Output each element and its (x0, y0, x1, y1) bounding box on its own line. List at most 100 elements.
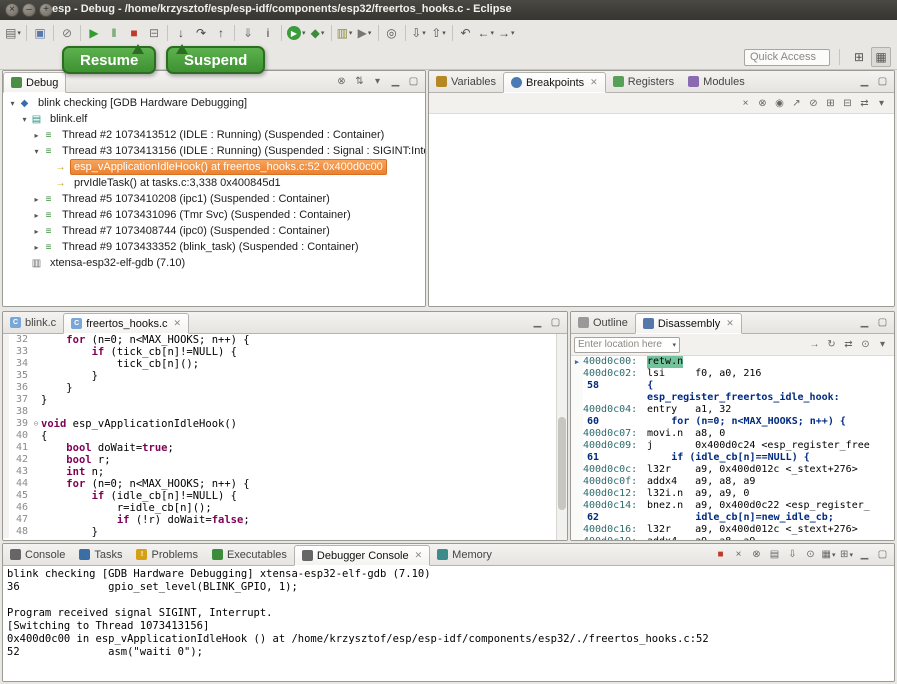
scrollbar-thumb[interactable] (558, 417, 566, 510)
skip-all-breakpoints-button[interactable]: ⊘ (57, 23, 77, 43)
code-line[interactable]: 35 } (3, 370, 567, 382)
disassembly-row[interactable]: 400d0c07:movi.n a8, 0 (571, 428, 894, 440)
tab-blink-c[interactable]: C blink.c (3, 312, 63, 333)
code-line[interactable]: 44 for (n=0; n<MAX_HOOKS; n++) { (3, 478, 567, 490)
close-tab-icon[interactable]: ✕ (726, 318, 734, 329)
tab-tasks[interactable]: Tasks (72, 544, 129, 565)
view-menu-button[interactable]: ▾ (369, 73, 386, 90)
previous-annotation-button[interactable]: ⇧▾ (429, 23, 449, 43)
terminate-console-button[interactable]: ■ (712, 546, 729, 563)
tab-debugger-console[interactable]: Debugger Console ✕ (294, 545, 430, 566)
scroll-lock-button[interactable]: ⇩ (784, 546, 801, 563)
disassembly-row[interactable]: 62 idle_cb[n]=new_idle_cb; (571, 512, 894, 524)
tree-item[interactable]: ▾◆blink checking [GDB Hardware Debugging… (3, 95, 425, 111)
maximize-button[interactable]: ▢ (547, 314, 564, 331)
last-edit-location-button[interactable]: ↶ (456, 23, 476, 43)
jump-to-address-button[interactable]: → (806, 336, 823, 353)
tab-outline[interactable]: Outline (571, 312, 635, 333)
show-breakpoints-supported-button[interactable]: ◉ (771, 95, 788, 112)
code-line[interactable]: 39⊖void esp_vApplicationIdleHook() (3, 418, 567, 430)
twisty-icon[interactable]: ▸ (31, 131, 42, 140)
remove-all-terminated-button[interactable]: ⊗ (333, 73, 350, 90)
tab-executables[interactable]: Executables (205, 544, 294, 565)
disassembly-row[interactable]: 60 for (n=0; n<MAX_HOOKS; n++) { (571, 416, 894, 428)
pin-view-button[interactable]: ⊙ (857, 336, 874, 353)
chevron-down-icon[interactable]: ▾ (672, 341, 676, 349)
remove-all-launches-button[interactable]: ⊗ (748, 546, 765, 563)
tree-item[interactable]: ▸≡Thread #2 1073413512 (IDLE : Running) … (3, 127, 425, 143)
tab-registers[interactable]: Registers (606, 71, 681, 92)
new-button[interactable]: ▤▾ (3, 23, 23, 43)
disassembly-row[interactable]: 400d0c02:lsi f0, a0, 216 (571, 368, 894, 380)
debug-button[interactable]: ◆▾ (308, 23, 328, 43)
code-line[interactable]: 38 (3, 406, 567, 418)
twisty-icon[interactable]: ▸ (31, 211, 42, 220)
instruction-stepping-button[interactable]: i (258, 23, 278, 43)
tree-item[interactable]: ▾≡Thread #3 1073413156 (IDLE : Running) … (3, 143, 425, 159)
disassembly-row[interactable]: 400d0c09:j 0x400d0c24 <esp_register_free (571, 440, 894, 452)
external-tools-button[interactable]: ▶▾ (355, 23, 375, 43)
disassembly-row[interactable]: 400d0c14:bnez.n a9, 0x400d0c22 <esp_regi… (571, 500, 894, 512)
close-tab-icon[interactable]: ✕ (590, 77, 598, 88)
minimize-button[interactable]: ▁ (529, 314, 546, 331)
view-mode-button[interactable]: ⇅ (351, 73, 368, 90)
code-line[interactable]: 45 if (idle_cb[n]!=NULL) { (3, 490, 567, 502)
maximize-button[interactable]: ▢ (874, 73, 891, 90)
maximize-button[interactable]: ▢ (405, 73, 422, 90)
disassembly-row[interactable]: 400d0c16:l32r a9, 0x400d012c <_stext+276… (571, 524, 894, 536)
code-line[interactable]: 47 if (!r) doWait=false; (3, 514, 567, 526)
window-close-button[interactable]: × (5, 3, 19, 17)
twisty-icon[interactable]: ▾ (19, 115, 30, 124)
quick-access-input[interactable]: Quick Access (744, 49, 830, 66)
suspend-button[interactable]: ‖ (104, 23, 124, 43)
disassembly-row[interactable]: esp_register_freertos_idle_hook: (571, 392, 894, 404)
tab-disassembly[interactable]: Disassembly ✕ (635, 313, 742, 334)
tab-breakpoints[interactable]: Breakpoints ✕ (503, 72, 606, 93)
minimize-button[interactable]: ▁ (856, 73, 873, 90)
tree-item[interactable]: ▥xtensa-esp32-elf-gdb (7.10) (3, 255, 425, 271)
tree-item[interactable]: →esp_vApplicationIdleHook() at freertos_… (3, 159, 425, 175)
disassembly-row[interactable]: 400d0c12:l32i.n a9, a9, 0 (571, 488, 894, 500)
tab-console[interactable]: Console (3, 544, 72, 565)
collapse-all-button[interactable]: ⊟ (839, 95, 856, 112)
code-line[interactable]: 48 } (3, 526, 567, 538)
save-button[interactable]: ▣ (30, 23, 50, 43)
display-selected-console-button[interactable]: ▦▾ (820, 546, 837, 563)
go-to-file-for-breakpoint-button[interactable]: ↗ (788, 95, 805, 112)
tree-item[interactable]: ▸≡Thread #7 1073408744 (ipc0) (Suspended… (3, 223, 425, 239)
tab-modules[interactable]: Modules (681, 71, 752, 92)
code-line[interactable]: 34 tick_cb[n](); (3, 358, 567, 370)
remove-breakpoint-button[interactable]: × (737, 95, 754, 112)
view-menu-button[interactable]: ▾ (873, 95, 890, 112)
twisty-icon[interactable]: ▾ (31, 147, 42, 156)
refresh-disassembly-button[interactable]: ↻ (823, 336, 840, 353)
run-button[interactable]: ▶▾ (285, 23, 308, 43)
window-maximize-button[interactable]: + (39, 3, 53, 17)
remove-all-breakpoints-button[interactable]: ⊗ (754, 95, 771, 112)
disconnect-button[interactable]: ⊟ (144, 23, 164, 43)
close-tab-icon[interactable]: ✕ (415, 550, 423, 561)
editor-scrollbar[interactable] (556, 334, 567, 541)
skip-all-breakpoints-button[interactable]: ⊘ (805, 95, 822, 112)
tab-debug[interactable]: Debug (3, 72, 66, 93)
disassembly-row[interactable]: 400d0c19:addx4 a9, a8, a9 (571, 536, 894, 541)
code-line[interactable]: 36 } (3, 382, 567, 394)
close-tab-icon[interactable]: ✕ (174, 318, 182, 329)
coverage-button[interactable]: ▥▾ (335, 23, 355, 43)
disassembly-row[interactable]: 400d0c0f:addx4 a9, a8, a9 (571, 476, 894, 488)
code-line[interactable]: 32 for (n=0; n<MAX_HOOKS; n++) { (3, 334, 567, 346)
tree-item[interactable]: ▸≡Thread #6 1073431096 (Tmr Svc) (Suspen… (3, 207, 425, 223)
code-line[interactable]: 37} (3, 394, 567, 406)
twisty-icon[interactable]: ▸ (31, 243, 42, 252)
disassembly-row[interactable]: 400d0c04:entry a1, 32 (571, 404, 894, 416)
remove-launch-button[interactable]: × (730, 546, 747, 563)
disassembly-row[interactable]: ▶400d0c00:retw.n (571, 356, 894, 368)
clear-console-button[interactable]: ▤ (766, 546, 783, 563)
code-line[interactable]: 40{ (3, 430, 567, 442)
step-over-button[interactable]: ↷ (191, 23, 211, 43)
maximize-button[interactable]: ▢ (874, 314, 891, 331)
tab-freertos-hooks-c[interactable]: C freertos_hooks.c ✕ (63, 313, 189, 334)
disassembly-row[interactable]: 400d0c0c:l32r a9, 0x400d012c <_stext+276… (571, 464, 894, 476)
location-combo[interactable]: Enter location here ▾ (574, 337, 680, 353)
twisty-icon[interactable]: ▾ (7, 99, 18, 108)
